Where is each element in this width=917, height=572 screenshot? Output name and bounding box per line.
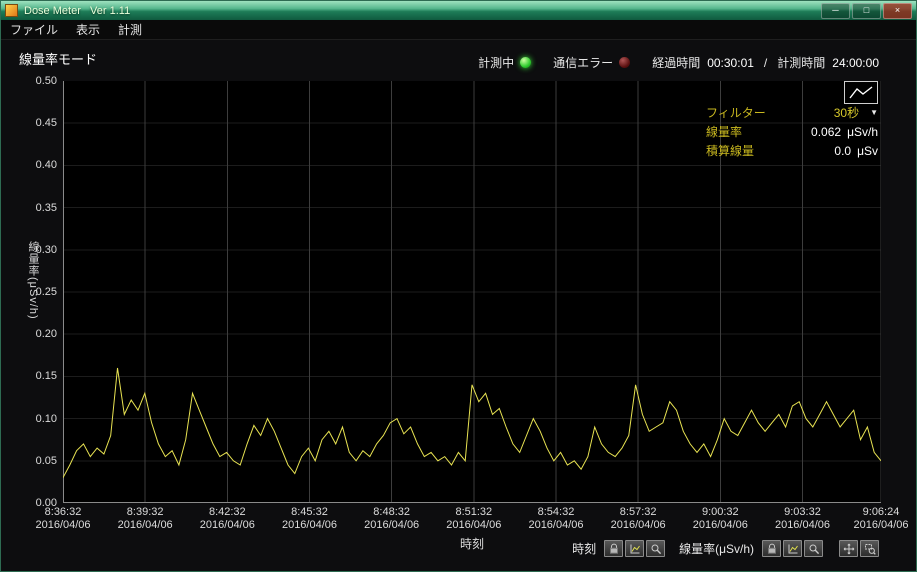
y-tick-label: 0.15 — [35, 370, 57, 383]
magnifier-icon — [651, 544, 661, 554]
accumulated-dose-unit: μSv — [857, 143, 878, 158]
x-tick-label: 9:06:24 2016/04/06 — [853, 506, 909, 531]
y-axis-autoscale-button[interactable] — [783, 540, 802, 557]
measuring-label: 計測中 — [478, 56, 515, 70]
chevron-down-icon: ▼ — [870, 108, 878, 117]
elapsed-time-label: 経過時間 — [652, 56, 701, 70]
x-axis-autoscale-button[interactable] — [625, 540, 645, 557]
menu-measure[interactable]: 計測 — [109, 20, 151, 39]
title-bar: Dose Meter Ver 1.11 ─ □ × — [1, 1, 916, 20]
y-axis-title: 線量率(μSv/h) — [27, 241, 39, 320]
x-axis-format-button[interactable] — [646, 540, 666, 557]
zoom-box-icon — [864, 543, 876, 555]
autoscale-icon — [630, 544, 640, 553]
close-button[interactable]: × — [883, 2, 912, 19]
menu-file[interactable]: ファイル — [1, 20, 67, 39]
app-icon — [5, 4, 18, 17]
y-tick-label: 0.45 — [35, 117, 57, 130]
page-title: 線量率モード — [19, 52, 98, 67]
status-row: 計測中 通信エラー 経過時間 00:30:01 / 計測時間 24:00:00 — [478, 54, 879, 71]
time-axis-label: 時刻 — [572, 542, 597, 556]
dose-axis-label: 線量率(μSv/h) — [679, 542, 754, 556]
y-tick-label: 0.20 — [35, 328, 57, 341]
total-time-label: 計測時間 — [777, 56, 826, 70]
y-tick-label: 0.40 — [35, 159, 57, 172]
dose-rate-value: 0.062 — [811, 124, 842, 139]
graph-legend-icon[interactable] — [844, 81, 878, 104]
axis-toolbar: 時刻 線量率(μSv/h) — [572, 540, 879, 557]
dose-rate-row: 線量率 0.062 μSv/h — [706, 123, 878, 140]
menu-view[interactable]: 表示 — [67, 20, 109, 39]
window-title: Dose Meter Ver 1.11 — [24, 4, 131, 17]
x-tick-label: 8:48:32 2016/04/06 — [364, 506, 420, 531]
filter-value: 30秒 — [833, 106, 860, 120]
window-controls: ─ □ × — [821, 2, 912, 19]
x-tick-label: 8:39:32 2016/04/06 — [117, 506, 173, 531]
comm-error-led-icon — [619, 57, 631, 68]
accumulated-dose-row: 積算線量 0.0 μSv — [706, 142, 878, 159]
crosshair-icon — [843, 543, 854, 554]
x-tick-label: 9:00:32 2016/04/06 — [692, 506, 748, 531]
magnifier-icon — [809, 544, 819, 554]
zoom-button[interactable] — [860, 540, 879, 557]
dose-rate-unit: μSv/h — [847, 124, 878, 139]
maximize-button[interactable]: □ — [852, 2, 881, 19]
x-tick-label: 8:42:32 2016/04/06 — [199, 506, 255, 531]
y-tick-label: 0.35 — [35, 201, 57, 214]
pan-button[interactable] — [839, 540, 858, 557]
lock-icon — [767, 543, 776, 554]
x-tick-label: 8:51:32 2016/04/06 — [446, 506, 502, 531]
y-axis-lock-button[interactable] — [762, 540, 781, 557]
y-tick-label: 0.00 — [35, 497, 57, 509]
filter-dropdown[interactable]: 30秒 ▼ — [834, 104, 878, 121]
dose-rate-label: 線量率 — [706, 125, 743, 139]
accumulated-dose-label: 積算線量 — [706, 144, 755, 158]
lock-icon — [609, 543, 618, 554]
y-axis-format-button[interactable] — [804, 540, 823, 557]
total-time-value: 24:00:00 — [832, 55, 879, 70]
minimize-button[interactable]: ─ — [821, 2, 850, 19]
x-tick-label: 9:03:32 2016/04/06 — [774, 506, 831, 531]
menu-bar: ファイル 表示 計測 — [1, 20, 916, 40]
x-tick-label: 8:45:32 2016/04/06 — [281, 506, 338, 531]
y-tick-label: 0.10 — [35, 412, 57, 425]
y-tick-label: 0.05 — [35, 454, 57, 467]
accumulated-dose-value: 0.0 — [834, 143, 852, 158]
x-axis-lock-button[interactable] — [604, 540, 624, 557]
time-separator: / — [763, 55, 768, 70]
app-window: Dose Meter Ver 1.11 ─ □ × ファイル 表示 計測 線量率… — [0, 0, 917, 572]
y-tick-label: 0.50 — [35, 75, 57, 87]
filter-label: フィルター — [706, 106, 766, 120]
measuring-led-icon — [520, 57, 532, 68]
autoscale-icon — [788, 544, 798, 553]
comm-error-label: 通信エラー — [553, 56, 614, 70]
filter-row: フィルター 30秒 ▼ — [706, 104, 878, 121]
x-tick-label: 8:36:32 2016/04/06 — [35, 506, 91, 531]
x-tick-label: 8:57:32 2016/04/06 — [610, 506, 666, 531]
x-tick-label: 8:54:32 2016/04/06 — [528, 506, 584, 531]
plot-style-icon — [849, 86, 873, 99]
elapsed-time-value: 00:30:01 — [707, 55, 754, 70]
